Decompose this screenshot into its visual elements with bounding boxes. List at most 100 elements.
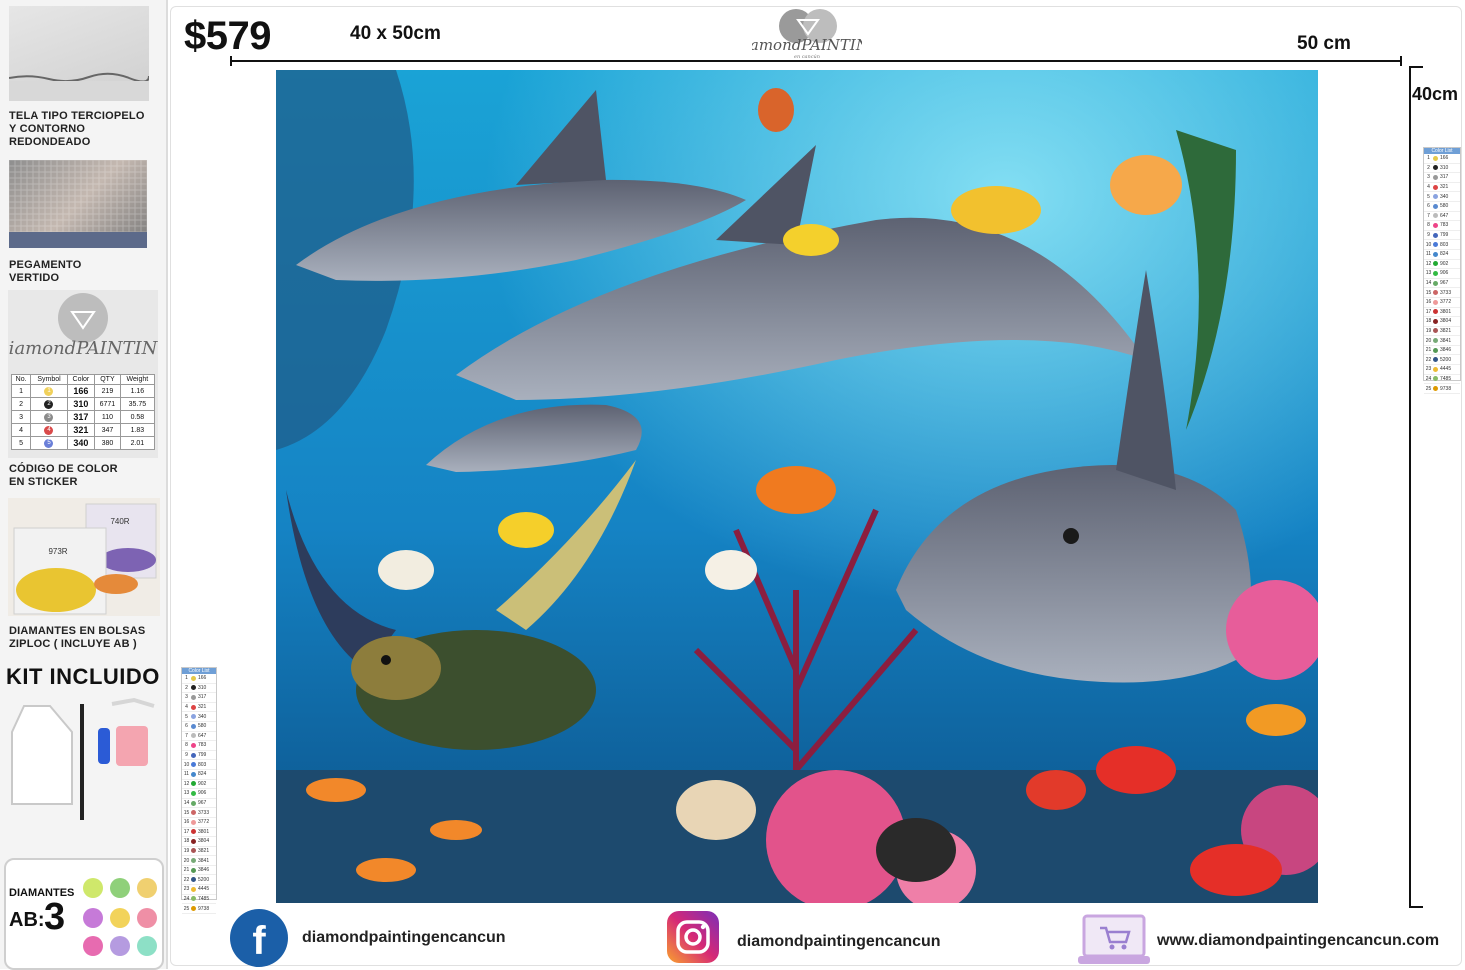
color-swatch-icon — [191, 838, 196, 844]
color-list-code: 5200 — [1440, 356, 1452, 363]
color-list-code: 340 — [1440, 193, 1449, 200]
color-swatch-icon — [191, 714, 196, 720]
color-swatch-icon — [191, 675, 196, 681]
tools-icon — [11, 697, 155, 820]
color-list-number: 24 — [183, 895, 190, 902]
caption-glue: PEGAMENTO VERTIDO — [9, 259, 82, 284]
sticker-table-cell: 2.01 — [119, 436, 156, 450]
color-swatch-icon — [1433, 290, 1438, 296]
color-swatch-icon — [1433, 280, 1438, 286]
color-list-row: 5 340 — [182, 712, 216, 722]
color-list-row: 19 3821 — [182, 847, 216, 857]
color-list-number: 8 — [1427, 222, 1430, 229]
bead-bags-icon: 740R 973R — [13, 503, 157, 615]
color-list-code: 5200 — [198, 876, 210, 883]
color-list-row: 25 9738 — [1424, 384, 1460, 394]
color-swatch-icon — [191, 685, 196, 691]
sticker-table-cell: 2 — [30, 397, 68, 411]
facebook-icon[interactable]: f — [229, 908, 289, 968]
color-list-row: 8 783 — [1424, 221, 1460, 231]
price: $579 — [184, 14, 271, 58]
width-ruler — [230, 56, 1402, 66]
color-swatch-icon — [191, 810, 196, 816]
svg-text:f: f — [252, 919, 266, 963]
color-list-code: 906 — [198, 790, 207, 797]
color-list-row: 16 3772 — [1424, 298, 1460, 308]
color-list-row: 14 967 — [1424, 279, 1460, 289]
color-list-code: 902 — [1440, 260, 1449, 267]
width-label: 50 cm — [1297, 33, 1351, 54]
color-swatch-icon — [1433, 232, 1438, 238]
caption-velvet: TELA TIPO TERCIOPELO Y CONTORNO REDONDEA… — [9, 110, 145, 148]
color-list-number: 4 — [1427, 184, 1430, 191]
color-list-code: 967 — [1440, 280, 1449, 287]
sticker-table-row: 3 3 317 110 0.58 — [10, 410, 156, 424]
diamond-painting-logo: DiamondPAINTING en cancún — [752, 9, 862, 60]
color-list-number: 5 — [1427, 193, 1430, 200]
color-list-row: 17 3801 — [1424, 308, 1460, 318]
color-list-number: 12 — [183, 780, 190, 787]
color-list-number: 18 — [1425, 318, 1432, 325]
kit-included-title: KIT INCLUIDO — [6, 664, 160, 689]
sticker-table-cell: 5 — [30, 436, 68, 450]
color-list-row: 17 3801 — [182, 828, 216, 838]
color-list-number: 5 — [185, 713, 188, 720]
symbol-dot-icon: 3 — [44, 412, 54, 422]
color-list-row: 22 5200 — [1424, 355, 1460, 366]
color-list-code: 3846 — [1440, 347, 1452, 354]
color-swatch-icon — [1433, 203, 1438, 209]
color-list-row: 15 3733 — [182, 808, 216, 818]
sticker-table-cell: 3 — [10, 410, 32, 424]
color-swatch-icon — [191, 877, 196, 883]
instagram-icon[interactable] — [666, 910, 720, 964]
color-list-code: 4445 — [198, 886, 210, 893]
color-list-code: 317 — [198, 694, 207, 701]
kit-tools-image — [4, 692, 162, 832]
color-list-card-left: Color List 1 166 2 310 3 317 4 321 5 340 6 580 7 647 8… — [181, 667, 217, 914]
color-list-row: 12 902 — [1424, 260, 1460, 270]
color-list-row: 18 3804 — [182, 837, 216, 847]
color-list-number: 11 — [1425, 251, 1432, 258]
instagram-handle[interactable]: diamondpaintingencancun — [737, 933, 941, 951]
color-list-row: 3 317 — [182, 693, 216, 703]
color-list-number: 13 — [1425, 270, 1432, 277]
facebook-handle[interactable]: diamondpaintingencancun — [302, 929, 506, 947]
color-list-row: 10 803 — [182, 760, 216, 770]
canvas-edge-icon — [9, 72, 149, 101]
color-list-number: 17 — [1425, 308, 1432, 315]
sticker-table-cell: 380 — [94, 436, 121, 450]
color-list-code: 3733 — [198, 809, 210, 816]
color-list-card-right: Color List 1 166 2 310 3 317 4 321 5 340 6 580 7 647 8… — [1423, 147, 1461, 394]
color-list-row: 4 321 — [1424, 183, 1460, 193]
symbol-dot-icon: 2 — [44, 399, 54, 409]
color-list-number: 2 — [1427, 164, 1430, 171]
color-swatch-icon — [1433, 194, 1438, 200]
color-swatch-icon — [1433, 270, 1438, 276]
website-link[interactable]: www.diamondpaintingencancun.com — [1157, 932, 1439, 950]
color-list-code: 902 — [198, 780, 207, 787]
color-list-row: 1 166 — [1424, 154, 1460, 164]
color-list-code: 3801 — [198, 828, 210, 835]
color-list-code: 3846 — [198, 867, 210, 874]
sticker-table-row: 1 1 166 219 1.16 — [10, 384, 156, 398]
color-swatch-icon — [1433, 261, 1438, 267]
color-list-code: 166 — [1440, 155, 1449, 162]
color-list-code: 310 — [1440, 164, 1449, 171]
color-list-code: 3804 — [198, 838, 210, 845]
color-list-row: 9 799 — [1424, 231, 1460, 241]
color-swatch-icon — [1433, 309, 1438, 315]
color-list-code: 824 — [198, 771, 207, 778]
height-ruler — [1409, 66, 1423, 908]
color-list-codes-right: 1 166 2 310 3 317 4 321 5 340 6 580 7 647 8 783 9 799 10 80… — [1424, 154, 1460, 394]
color-list-row: 25 9738 — [182, 904, 216, 914]
color-list-code: 4445 — [1440, 366, 1452, 373]
shopping-cart-laptop-icon[interactable] — [1078, 914, 1150, 966]
color-list-row: 24 7485 — [182, 895, 216, 905]
color-list-number: 6 — [1427, 203, 1430, 210]
color-list-number: 21 — [1425, 347, 1432, 354]
color-list-number: 23 — [183, 886, 190, 893]
sticker-table-row: 4 4 321 347 1.83 — [10, 423, 156, 437]
sticker-table-row: 5 5 340 380 2.01 — [10, 436, 156, 450]
sticker-table-cell: 321 — [66, 423, 96, 437]
color-list-number: 25 — [183, 905, 190, 912]
